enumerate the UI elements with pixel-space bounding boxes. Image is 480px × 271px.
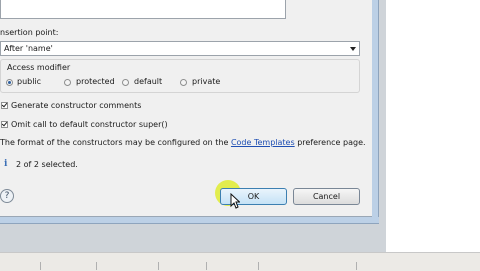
status-text: 2 of 2 selected. xyxy=(16,160,78,169)
format-note: The format of the constructors may be co… xyxy=(0,138,366,147)
fields-list[interactable] xyxy=(0,0,286,19)
radio-public[interactable] xyxy=(6,79,13,86)
background-window xyxy=(386,0,480,252)
info-icon: i xyxy=(4,159,8,169)
radio-public-label: public xyxy=(17,77,42,86)
access-modifier-group: Access modifier public protected default… xyxy=(0,59,360,93)
generate-comments-label: Generate constructor comments xyxy=(11,101,142,110)
radio-private-label: private xyxy=(192,77,221,86)
strip-divider xyxy=(158,262,159,270)
format-note-before: The format of the constructors may be co… xyxy=(0,138,229,147)
taskbar-strip xyxy=(0,252,480,271)
strip-divider xyxy=(258,262,259,270)
radio-private[interactable] xyxy=(180,79,187,86)
window-frame-right xyxy=(372,0,379,217)
help-icon[interactable]: ? xyxy=(0,189,14,203)
cancel-button[interactable]: Cancel xyxy=(293,188,360,205)
mouse-pointer-icon xyxy=(230,193,240,209)
omit-super-checkbox[interactable] xyxy=(1,121,8,128)
insertion-point-select[interactable]: After 'name' xyxy=(0,41,360,56)
access-modifier-label: Access modifier xyxy=(7,63,71,72)
radio-protected-label: protected xyxy=(76,77,115,86)
omit-super-label: Omit call to default constructor super() xyxy=(11,120,168,129)
strip-divider xyxy=(356,262,357,270)
code-templates-link[interactable]: Code Templates xyxy=(231,138,295,147)
chevron-down-icon xyxy=(350,47,356,51)
window-frame-bottom xyxy=(0,217,379,224)
radio-default-label: default xyxy=(134,77,163,86)
radio-default[interactable] xyxy=(122,79,129,86)
format-note-after: preference page. xyxy=(297,138,366,147)
radio-protected[interactable] xyxy=(64,79,71,86)
strip-divider xyxy=(96,262,97,270)
strip-divider xyxy=(206,262,207,270)
generate-constructor-dialog: nsertion point: After 'name' Access modi… xyxy=(0,0,373,217)
insertion-point-value: After 'name' xyxy=(4,44,53,53)
generate-comments-checkbox[interactable] xyxy=(1,102,8,109)
insertion-point-label: nsertion point: xyxy=(0,28,59,37)
strip-divider xyxy=(40,262,41,270)
